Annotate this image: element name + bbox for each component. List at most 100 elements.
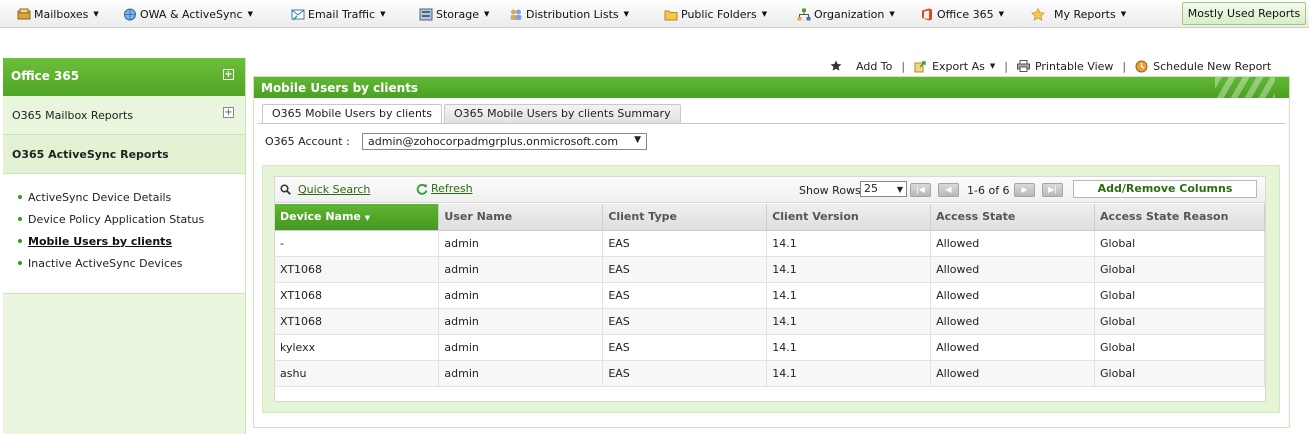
nav-label: Storage bbox=[436, 7, 480, 21]
separator: | bbox=[901, 59, 906, 73]
expand-all-icon[interactable]: + bbox=[223, 69, 234, 80]
printer-icon bbox=[1016, 60, 1030, 72]
refresh-icon bbox=[416, 183, 428, 195]
cell-device-name: kylexx bbox=[275, 334, 440, 361]
chevron-down-icon: ▼ bbox=[998, 10, 1004, 18]
separator: | bbox=[1004, 59, 1008, 73]
nav-label: Office 365 bbox=[937, 7, 994, 21]
sidebar-item-activesync-device-details[interactable]: ActiveSync Device Details bbox=[3, 186, 245, 208]
schedule-icon bbox=[1135, 60, 1148, 72]
cell-access-state-reason: Global bbox=[1094, 334, 1265, 361]
cell-device-name: - bbox=[275, 230, 440, 257]
refresh-label: Refresh bbox=[431, 182, 473, 195]
users-icon bbox=[510, 9, 522, 20]
mostly-used-reports-button[interactable]: Mostly Used Reports bbox=[1182, 2, 1306, 25]
chevron-down-icon: ▼ bbox=[896, 185, 903, 194]
last-page-button[interactable]: ▶| bbox=[1042, 183, 1063, 197]
sidebar-section-activesync-reports[interactable]: O365 ActiveSync Reports bbox=[3, 135, 245, 174]
nav-distribution-lists[interactable]: Distribution Lists ▼ bbox=[509, 6, 629, 22]
nav-owa-activesync[interactable]: OWA & ActiveSync ▼ bbox=[123, 6, 253, 22]
add-to-label: Add To bbox=[856, 59, 893, 73]
sidebar-item-device-policy[interactable]: Device Policy Application Status bbox=[3, 208, 245, 230]
nav-my-reports[interactable]: My Reports ▼ bbox=[1031, 6, 1126, 22]
separator: | bbox=[1122, 59, 1127, 73]
prev-page-icon: ◀ bbox=[945, 185, 952, 194]
cell-user-name: admin bbox=[438, 256, 604, 283]
column-header-access-state[interactable]: Access State bbox=[930, 204, 1096, 231]
cell-access-state-reason: Global bbox=[1094, 360, 1265, 387]
table-row: - admin EAS 14.1 Allowed Global bbox=[275, 230, 1265, 257]
nav-storage[interactable]: Storage ▼ bbox=[419, 6, 489, 22]
storage-icon bbox=[419, 8, 433, 20]
column-header-access-state-reason[interactable]: Access State Reason bbox=[1094, 204, 1265, 231]
nav-mailboxes[interactable]: Mailboxes ▼ bbox=[17, 6, 99, 22]
column-header-client-type[interactable]: Client Type bbox=[602, 204, 768, 231]
page-info: 1-6 of 6 bbox=[967, 184, 1010, 197]
cell-client-version: 14.1 bbox=[766, 256, 932, 283]
export-as-label: Export As bbox=[932, 59, 985, 73]
cell-client-version: 14.1 bbox=[766, 360, 932, 387]
cell-access-state: Allowed bbox=[930, 334, 1096, 361]
tab-mobile-users-summary[interactable]: O365 Mobile Users by clients Summary bbox=[443, 104, 681, 123]
sidebar-item-inactive-devices[interactable]: Inactive ActiveSync Devices bbox=[3, 252, 245, 274]
nav-label: Email Traffic bbox=[308, 7, 376, 21]
section-label: O365 ActiveSync Reports bbox=[12, 148, 169, 161]
cell-client-type: EAS bbox=[602, 282, 768, 309]
sort-desc-icon: ▼ bbox=[364, 214, 371, 223]
globe-icon bbox=[124, 8, 136, 20]
printable-view-button[interactable]: Printable View bbox=[1016, 60, 1113, 73]
cell-access-state: Allowed bbox=[930, 282, 1096, 309]
nav-label: Distribution Lists bbox=[526, 7, 619, 21]
sidebar-section-mailbox-reports[interactable]: O365 Mailbox Reports + bbox=[3, 96, 245, 135]
column-header-user-name[interactable]: User Name bbox=[438, 204, 604, 231]
cell-client-type: EAS bbox=[602, 334, 768, 361]
chevron-down-icon: ▼ bbox=[634, 135, 641, 145]
account-select[interactable]: admin@zohocorpadmgrplus.onmicrosoft.com … bbox=[362, 133, 647, 150]
add-to-button[interactable]: Add To bbox=[830, 60, 892, 73]
sidebar-item-label: ActiveSync Device Details bbox=[28, 190, 172, 204]
cell-device-name: XT1068 bbox=[275, 282, 440, 309]
grid-toolbar: Quick Search Refresh Show Rows 25 ▼ |◀ ◀… bbox=[275, 177, 1265, 203]
first-page-button[interactable]: |◀ bbox=[910, 183, 931, 197]
nav-organization[interactable]: Organization ▼ bbox=[797, 6, 895, 22]
cell-user-name: admin bbox=[438, 282, 604, 309]
rows-value: 25 bbox=[864, 182, 878, 195]
decorative-stripes bbox=[1215, 77, 1275, 98]
table-row: XT1068 admin EAS 14.1 Allowed Global bbox=[275, 308, 1265, 335]
table-header-row: Device Name ▼ User Name Client Type Clie… bbox=[275, 204, 1265, 231]
report-panel: Mobile Users by clients O365 Mobile User… bbox=[253, 76, 1290, 428]
prev-page-button[interactable]: ◀ bbox=[938, 183, 959, 197]
chevron-down-icon: ▼ bbox=[1120, 10, 1127, 18]
quick-search-link[interactable]: Quick Search bbox=[280, 183, 370, 196]
column-header-device-name[interactable]: Device Name ▼ bbox=[275, 204, 440, 231]
chevron-down-icon: ▼ bbox=[380, 10, 386, 18]
export-as-button[interactable]: Export As ▼ bbox=[914, 60, 995, 73]
sidebar-report-list: ActiveSync Device Details Device Policy … bbox=[3, 174, 245, 294]
schedule-new-report-button[interactable]: Schedule New Report bbox=[1135, 60, 1271, 73]
cell-client-version: 14.1 bbox=[766, 308, 932, 335]
expand-icon[interactable]: + bbox=[223, 107, 234, 118]
cell-client-type: EAS bbox=[602, 230, 768, 257]
sidebar-item-label: Inactive ActiveSync Devices bbox=[28, 256, 183, 270]
rows-per-page-select[interactable]: 25 ▼ bbox=[860, 181, 907, 197]
cell-client-version: 14.1 bbox=[766, 230, 932, 257]
bullet-icon bbox=[18, 217, 22, 221]
star-icon bbox=[830, 60, 842, 71]
cell-user-name: admin bbox=[438, 360, 604, 387]
tab-mobile-users-by-clients[interactable]: O365 Mobile Users by clients bbox=[262, 104, 442, 124]
add-remove-columns-button[interactable]: Add/Remove Columns bbox=[1073, 180, 1257, 198]
nav-public-folders[interactable]: Public Folders ▼ bbox=[664, 6, 767, 22]
nav-office-365[interactable]: Office 365 ▼ bbox=[920, 6, 1004, 22]
refresh-link[interactable]: Refresh bbox=[416, 182, 473, 195]
top-navigation: Mailboxes ▼ OWA & ActiveSync ▼ Email Traff… bbox=[0, 0, 1309, 28]
next-page-button[interactable]: ▶ bbox=[1014, 183, 1035, 197]
nav-email-traffic[interactable]: Email Traffic ▼ bbox=[291, 6, 385, 22]
chevron-down-icon: ▼ bbox=[989, 62, 996, 70]
email-traffic-icon bbox=[291, 9, 305, 21]
sidebar-item-mobile-users-by-clients[interactable]: Mobile Users by clients bbox=[3, 230, 245, 252]
cell-client-type: EAS bbox=[602, 308, 768, 335]
cell-client-version: 14.1 bbox=[766, 282, 932, 309]
sidebar-item-label: Mobile Users by clients bbox=[28, 234, 172, 248]
column-header-client-version[interactable]: Client Version bbox=[766, 204, 932, 231]
cell-access-state-reason: Global bbox=[1094, 256, 1265, 283]
